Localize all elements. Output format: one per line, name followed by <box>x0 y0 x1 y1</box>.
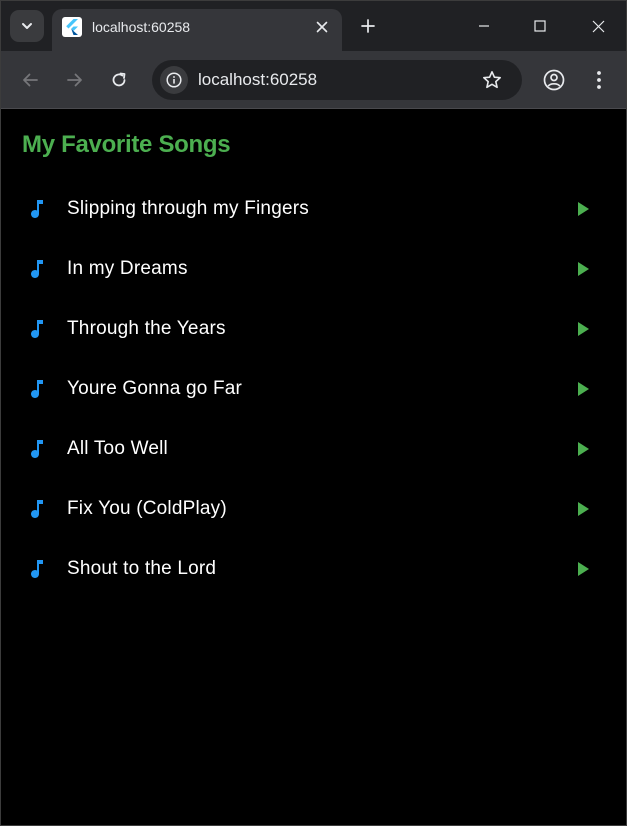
play-arrow-icon <box>578 202 589 216</box>
site-info-button[interactable] <box>160 66 188 94</box>
song-title: Slipping through my Fingers <box>67 198 309 219</box>
play-arrow-icon <box>578 322 589 336</box>
play-button[interactable] <box>567 254 597 284</box>
minimize-button[interactable] <box>469 11 499 41</box>
new-tab-button[interactable] <box>355 13 381 39</box>
page-title: My Favorite Songs <box>22 131 231 158</box>
bookmark-button[interactable] <box>479 67 505 93</box>
play-button[interactable] <box>567 554 597 584</box>
close-icon <box>316 21 328 33</box>
browser-toolbar: localhost:60258 <box>1 51 626 109</box>
song-list-item[interactable]: Youre Gonna go Far <box>1 359 626 419</box>
tab-strip: localhost:60258 <box>1 1 626 51</box>
plus-icon <box>361 19 375 33</box>
play-button[interactable] <box>567 494 597 524</box>
page-content: My Favorite Songs Slipping through my Fi… <box>1 110 626 825</box>
song-title: Fix You (ColdPlay) <box>67 498 227 519</box>
music-note-icon <box>25 557 49 581</box>
song-list-item[interactable]: Fix You (ColdPlay) <box>1 479 626 539</box>
profile-button[interactable] <box>539 65 569 95</box>
play-arrow-icon <box>578 262 589 276</box>
tab-search-button[interactable] <box>10 10 44 42</box>
reload-icon <box>112 72 126 87</box>
close-icon <box>592 20 604 32</box>
info-icon <box>166 72 182 88</box>
maximize-icon <box>534 20 546 32</box>
play-arrow-icon <box>578 382 589 396</box>
reload-button[interactable] <box>104 65 134 95</box>
flutter-favicon-icon <box>62 17 82 37</box>
tab-title: localhost:60258 <box>92 19 191 35</box>
maximize-button[interactable] <box>525 11 555 41</box>
play-button[interactable] <box>567 374 597 404</box>
url-text[interactable]: localhost:60258 <box>198 70 317 90</box>
song-list-item[interactable]: All Too Well <box>1 419 626 479</box>
play-button[interactable] <box>567 314 597 344</box>
song-title: Shout to the Lord <box>67 558 217 579</box>
song-title: All Too Well <box>67 438 168 459</box>
arrow-left-icon <box>23 73 38 87</box>
chevron-down-icon <box>22 23 32 29</box>
music-note-icon <box>25 377 49 401</box>
account-circle-icon <box>543 69 565 91</box>
play-arrow-icon <box>578 502 589 516</box>
music-note-icon <box>25 317 49 341</box>
back-button[interactable] <box>15 65 45 95</box>
window-close-button[interactable] <box>583 11 613 41</box>
browser-window: localhost:60258 localhost:60258 My Favor… <box>0 0 627 826</box>
menu-button[interactable] <box>584 65 614 95</box>
song-list-item[interactable]: Through the Years <box>1 299 626 359</box>
song-list-item[interactable]: Shout to the Lord <box>1 539 626 599</box>
music-note-icon <box>25 437 49 461</box>
song-title: Youre Gonna go Far <box>67 378 243 399</box>
active-tab[interactable]: localhost:60258 <box>52 9 342 51</box>
forward-button[interactable] <box>60 65 90 95</box>
play-button[interactable] <box>567 434 597 464</box>
song-list-item[interactable]: Slipping through my Fingers <box>1 179 626 239</box>
address-bar[interactable]: localhost:60258 <box>152 60 522 100</box>
arrow-right-icon <box>67 73 82 87</box>
star-icon <box>483 71 501 89</box>
play-arrow-icon <box>578 562 589 576</box>
song-title: Through the Years <box>67 318 226 339</box>
minimize-icon <box>479 25 489 27</box>
tab-close-button[interactable] <box>311 16 333 38</box>
song-list-item[interactable]: In my Dreams <box>1 239 626 299</box>
more-vertical-icon <box>597 71 601 89</box>
song-title: In my Dreams <box>67 258 188 279</box>
music-note-icon <box>25 257 49 281</box>
song-list: Slipping through my Fingers In my Dreams… <box>1 179 626 599</box>
play-arrow-icon <box>578 442 589 456</box>
music-note-icon <box>25 497 49 521</box>
play-button[interactable] <box>567 194 597 224</box>
music-note-icon <box>25 197 49 221</box>
